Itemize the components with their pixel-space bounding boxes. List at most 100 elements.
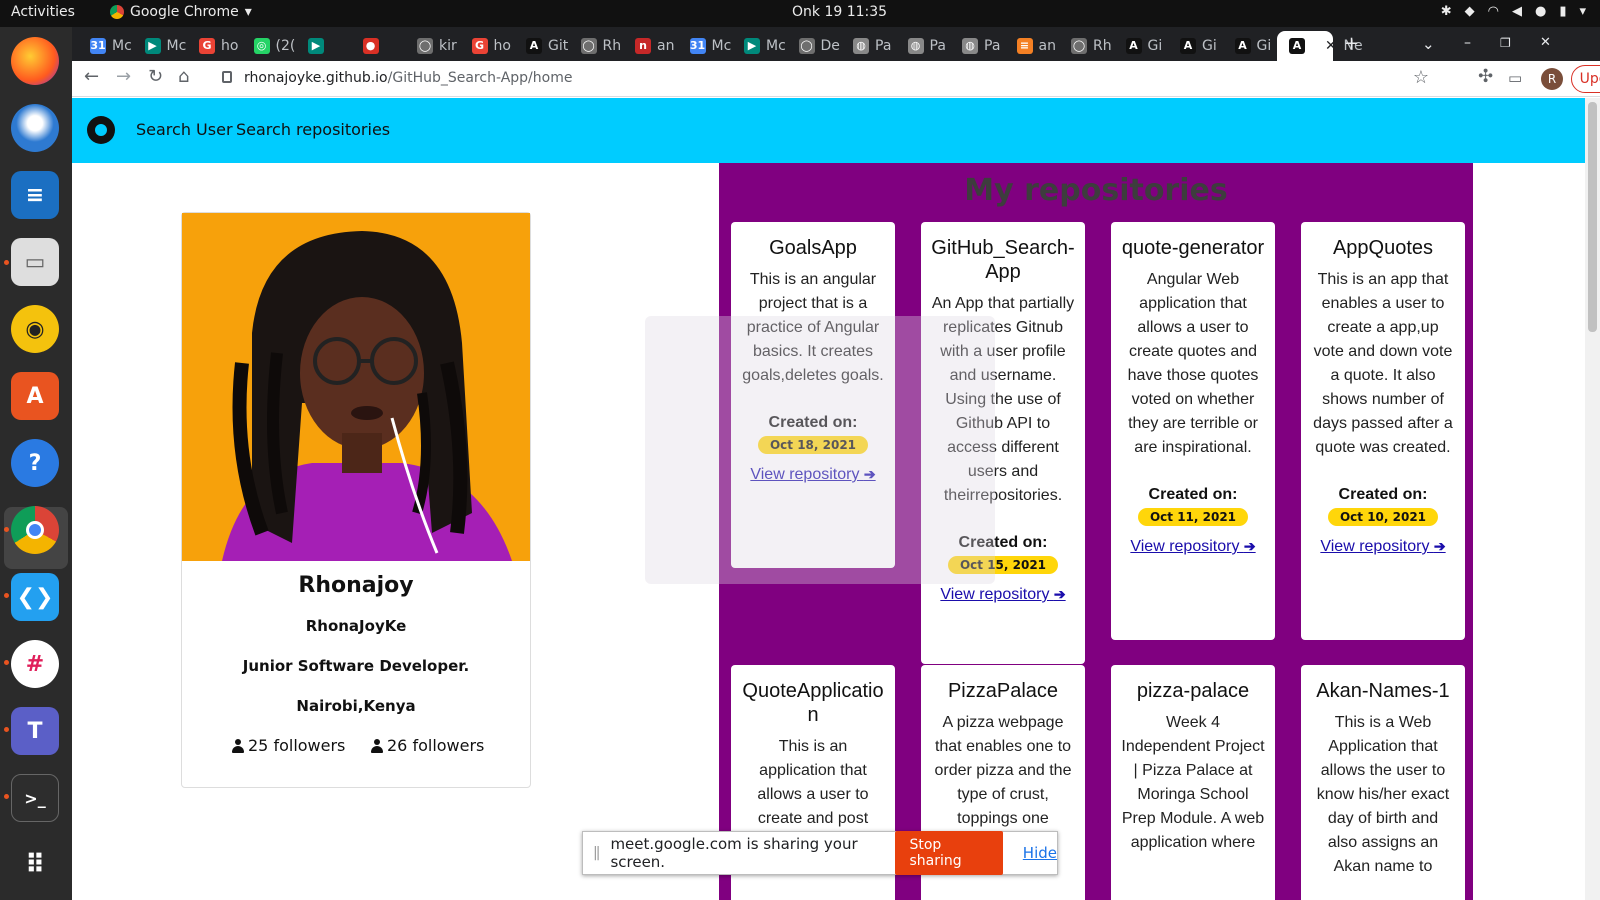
following-text: 26 followers	[387, 736, 485, 755]
drag-handle-icon[interactable]: ||	[593, 845, 601, 861]
google-icon: G	[199, 38, 215, 54]
browser-tab[interactable]: A Git	[514, 31, 569, 61]
tab-label: Mc	[112, 38, 132, 54]
browser-tab[interactable]: Gho	[187, 31, 242, 61]
volume-icon[interactable]: ◀	[1512, 4, 1522, 19]
address-bar[interactable]: rhonajoyke.github.io/GitHub_Search-App/h…	[214, 63, 1449, 95]
firefox-icon[interactable]	[11, 37, 59, 85]
repo-date-badge: Oct 10, 2021	[1327, 508, 1439, 526]
microphone-icon[interactable]: ●	[1535, 4, 1546, 19]
home-icon[interactable]: ⌂	[178, 66, 189, 87]
repo-name: Akan-Names-1	[1316, 680, 1450, 702]
settings-icon[interactable]: ✱	[1441, 4, 1452, 19]
new-tab-button[interactable]: +	[1344, 33, 1359, 54]
terminal-icon[interactable]: >_	[11, 774, 59, 822]
close-window-icon[interactable]: ✕	[1540, 35, 1551, 50]
repo-name: GitHub_Search-App	[931, 237, 1075, 283]
angular-icon: A	[1234, 38, 1251, 54]
software-icon[interactable]: A	[11, 372, 59, 420]
stackoverflow-icon: ≡	[1016, 38, 1033, 54]
browser-tab[interactable]: ◍ Pa	[950, 31, 1005, 61]
power-menu-icon[interactable]: ▾	[1579, 4, 1586, 19]
chrome-icon	[110, 5, 124, 19]
cast-icon[interactable]: ▭	[1508, 69, 1522, 87]
browser-tab[interactable]: A Gi	[1168, 31, 1223, 61]
browser-tab[interactable]: ▶ Mc	[133, 31, 188, 61]
tab-label: Mc	[711, 38, 732, 54]
teams-icon[interactable]: T	[11, 707, 59, 755]
tab-search-icon[interactable]: ⌄	[1422, 35, 1435, 53]
browser-tab[interactable]: ●	[351, 31, 406, 61]
browser-tab[interactable]: ◍ Pa	[841, 31, 896, 61]
view-repository-link[interactable]: View repository ➔	[931, 586, 1075, 604]
slack-icon[interactable]: #	[11, 640, 59, 688]
tab-label: Pa	[929, 38, 946, 54]
browser-tab[interactable]: n an	[623, 31, 678, 61]
clock[interactable]: Onk 19 11:35	[792, 4, 887, 20]
wifi-icon[interactable]: ◠	[1488, 4, 1499, 19]
vscode-icon[interactable]: ❮❯	[11, 573, 59, 621]
teams-tray-icon[interactable]: ◆	[1465, 4, 1475, 19]
browser-tab[interactable]: 31 Mc	[678, 31, 733, 61]
user-icon	[371, 738, 383, 753]
followers-text: 25 followers	[248, 736, 346, 755]
tab-label: (2(	[275, 38, 296, 54]
browser-tab[interactable]: Gho	[460, 31, 515, 61]
page-scrollbar[interactable]	[1585, 98, 1600, 900]
minimize-icon[interactable]: –	[1464, 35, 1471, 51]
app-menu[interactable]: Google Chrome ▾	[110, 4, 252, 20]
tab-label: kir	[439, 38, 457, 54]
app-grid-icon[interactable]: ⠿	[11, 841, 59, 889]
view-repository-link[interactable]: View repository ➔	[1311, 538, 1455, 556]
repo-card: pizza-palace Week 4 Independent Project …	[1111, 665, 1275, 900]
back-icon[interactable]: ←	[84, 66, 99, 87]
forward-icon[interactable]: →	[116, 66, 131, 87]
hide-link[interactable]: Hide	[1023, 844, 1057, 862]
tab-label: ho	[493, 38, 511, 54]
activities-button[interactable]: Activities	[11, 4, 75, 20]
tab-strip: 31 Mc ▶ Mc Gho ◎ (2(▶ ● ◯ kir Gho A Git ◯ Rh n an 31 Mc ▶ Mc…	[72, 27, 1600, 61]
browser-tab[interactable]: ≡ an	[1005, 31, 1060, 61]
browser-tab[interactable]: A Gi	[1223, 31, 1278, 61]
extensions-icon[interactable]: ✣	[1478, 66, 1493, 87]
restore-icon[interactable]: ❐	[1500, 36, 1511, 50]
browser-tab[interactable]: ◯ Rh	[1059, 31, 1114, 61]
user-icon	[232, 738, 244, 753]
battery-icon[interactable]: ▮	[1559, 4, 1566, 19]
browser-tab[interactable]: ◯ Rh	[569, 31, 624, 61]
url-text[interactable]: rhonajoyke.github.io/GitHub_Search-App/h…	[244, 70, 572, 86]
profile-avatar[interactable]: R	[1541, 68, 1563, 90]
browser-tab[interactable]: ◯ kir	[405, 31, 460, 61]
tab-active[interactable]: A ✕	[1277, 31, 1333, 61]
github-logo-icon[interactable]	[87, 116, 115, 144]
nav-search-user[interactable]: Search User	[136, 120, 233, 139]
browser-tab[interactable]: ▶ Mc	[732, 31, 787, 61]
github-icon: ◯	[1071, 38, 1087, 54]
browser-tab[interactable]: ◍ Pa	[896, 31, 951, 61]
reload-icon[interactable]: ↻	[148, 66, 163, 87]
github-icon: ◯	[417, 38, 433, 54]
system-tray[interactable]: ✱ ◆ ◠ ◀ ● ▮ ▾	[1441, 4, 1586, 19]
chrome-icon[interactable]	[11, 506, 59, 554]
scrollbar-thumb[interactable]	[1588, 102, 1597, 332]
arrow-right-icon: ➔	[1243, 538, 1256, 554]
browser-tab[interactable]: ◯ De	[787, 31, 842, 61]
rhythmbox-icon[interactable]: ◉	[11, 305, 59, 353]
thunderbird-icon[interactable]	[11, 104, 59, 152]
bookmark-star-icon[interactable]: ☆	[1413, 67, 1429, 88]
update-button[interactable]: Update⋮	[1571, 65, 1600, 93]
nav-search-repositories[interactable]: Search repositories	[236, 120, 390, 139]
browser-tab[interactable]: 31 Mc	[78, 31, 133, 61]
app-icon: n	[635, 38, 651, 54]
help-icon[interactable]: ?	[11, 439, 59, 487]
browser-tab[interactable]: ◎ (2(	[242, 31, 297, 61]
writer-icon[interactable]: ≡	[11, 171, 59, 219]
browser-tab[interactable]: A Gi	[1114, 31, 1169, 61]
repo-name: QuoteApplication	[742, 680, 884, 726]
view-repository-link[interactable]: View repository ➔	[1121, 538, 1265, 556]
stop-sharing-button[interactable]: Stop sharing	[895, 831, 1003, 875]
lock-icon[interactable]	[222, 71, 232, 83]
browser-tab[interactable]: ▶	[296, 31, 351, 61]
files-icon[interactable]: ▭	[11, 238, 59, 286]
running-indicator	[4, 794, 9, 799]
